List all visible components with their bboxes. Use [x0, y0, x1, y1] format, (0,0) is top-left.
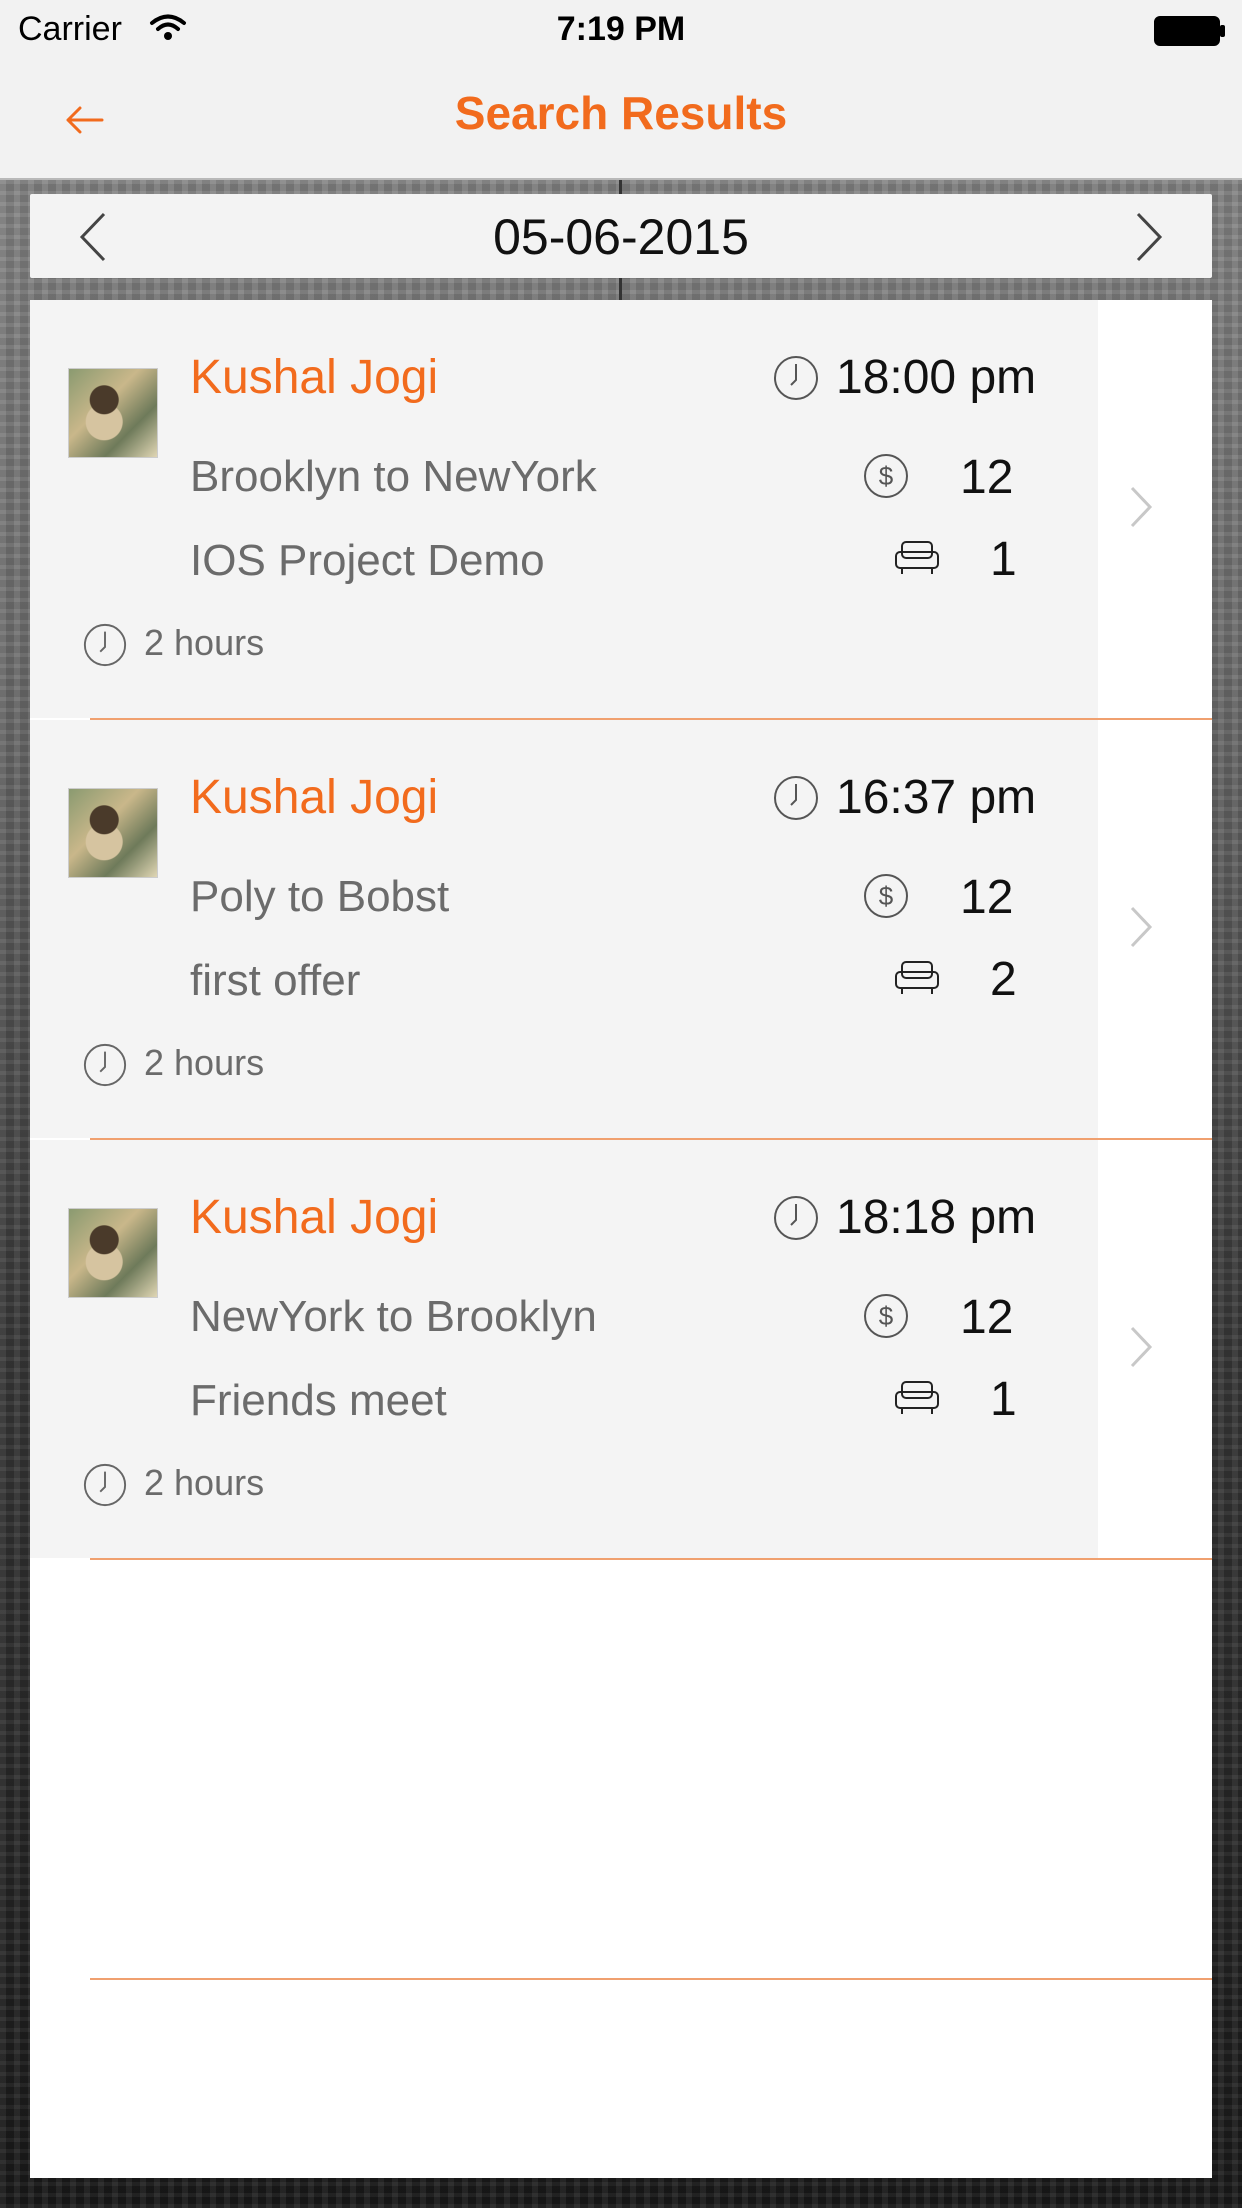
result-row[interactable]: Kushal Jogi 16:37 pm Poly to Bobst $ 12 …: [30, 720, 1212, 1140]
duration-clock-icon: [83, 623, 127, 667]
row-separator: [90, 1558, 1212, 1560]
driver-name: Kushal Jogi: [190, 771, 439, 824]
departure-time: 16:37 pm: [836, 771, 1037, 824]
chevron-right-icon[interactable]: [1126, 482, 1156, 532]
clock-icon: [774, 356, 818, 400]
navigation-bar: Search Results: [0, 62, 1242, 180]
duration-text: 2 hours: [144, 1042, 265, 1083]
result-row[interactable]: Kushal Jogi 18:18 pm NewYork to Brooklyn…: [30, 1140, 1212, 1560]
duration-text: 2 hours: [144, 1462, 265, 1503]
seat-icon: [895, 1381, 939, 1414]
duration-clock-icon: [83, 1463, 127, 1507]
departure-time: 18:18 pm: [836, 1191, 1037, 1244]
route-text: NewYork to Brooklyn: [190, 1292, 597, 1341]
svg-text:$: $: [879, 461, 894, 491]
results-list: Kushal Jogi 18:00 pm Brooklyn to NewYork…: [30, 300, 1212, 2178]
dollar-icon: $: [864, 1294, 908, 1338]
seat-count: 1: [990, 1373, 1017, 1426]
price-value: 12: [960, 1291, 1014, 1344]
duration-text: 2 hours: [144, 622, 265, 663]
next-date-button[interactable]: [1128, 210, 1168, 264]
driver-name: Kushal Jogi: [190, 351, 439, 404]
avatar: [68, 788, 158, 878]
page-title: Search Results: [454, 87, 788, 139]
clock-icon: [774, 1196, 818, 1240]
result-row[interactable]: Kushal Jogi 18:00 pm Brooklyn to NewYork…: [30, 300, 1212, 720]
clock-icon: [774, 776, 818, 820]
selected-date: 05-06-2015: [493, 209, 749, 265]
avatar: [68, 368, 158, 458]
svg-text:$: $: [879, 881, 894, 911]
duration-clock-icon: [83, 1043, 127, 1087]
description-text: IOS Project Demo: [190, 536, 545, 585]
description-text: first offer: [190, 956, 361, 1005]
price-value: 12: [960, 871, 1014, 924]
svg-text:$: $: [879, 1301, 894, 1331]
dollar-icon: $: [864, 874, 908, 918]
route-text: Poly to Bobst: [190, 872, 450, 921]
status-bar: Carrier 7:19 PM: [0, 0, 1242, 62]
battery-icon: [1154, 16, 1225, 46]
departure-time: 18:00 pm: [836, 351, 1037, 404]
seat-icon: [895, 541, 939, 574]
chevron-right-icon[interactable]: [1126, 1322, 1156, 1372]
status-time: 7:19 PM: [556, 10, 686, 48]
price-value: 12: [960, 451, 1014, 504]
seat-count: 2: [990, 953, 1017, 1006]
dollar-icon: $: [864, 454, 908, 498]
seat-count: 1: [990, 533, 1017, 586]
date-selector: 05-06-2015: [30, 194, 1212, 278]
chevron-right-icon[interactable]: [1126, 902, 1156, 952]
row-separator: [90, 1978, 1212, 1980]
driver-name: Kushal Jogi: [190, 1191, 439, 1244]
seat-icon: [895, 961, 939, 994]
description-text: Friends meet: [190, 1376, 447, 1425]
route-text: Brooklyn to NewYork: [190, 452, 597, 501]
avatar: [68, 1208, 158, 1298]
